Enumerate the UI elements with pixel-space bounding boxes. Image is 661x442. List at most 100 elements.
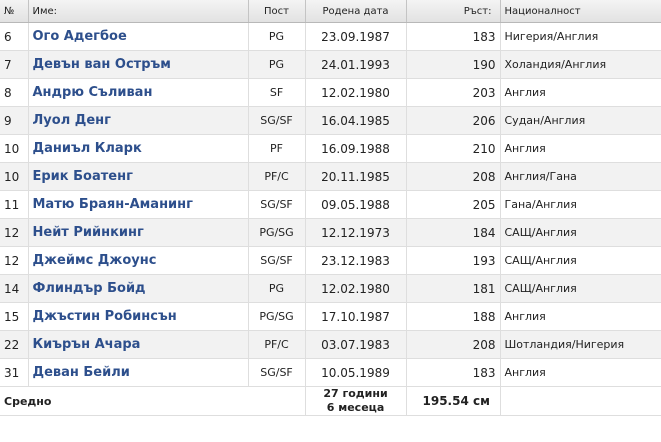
player-nationality: Нигерия/Англия bbox=[500, 22, 661, 51]
player-birth-date: 12.12.1973 bbox=[305, 218, 407, 247]
player-number: 9 bbox=[0, 106, 29, 135]
player-birth-date: 16.04.1985 bbox=[305, 106, 407, 135]
player-name-cell: Киърън Ачара bbox=[28, 330, 249, 359]
column-header-nationality[interactable]: Националност bbox=[500, 0, 661, 23]
player-name-cell: Деван Бейли bbox=[28, 358, 249, 387]
table-row: 8 Андрю Съливан SF 12.02.1980 203 Англия bbox=[0, 78, 661, 107]
table-row: 6 Ого Адегбое PG 23.09.1987 183 Нигерия/Англи… bbox=[0, 22, 661, 51]
player-height: 193 bbox=[406, 246, 501, 275]
player-number: 12 bbox=[0, 246, 29, 275]
player-name-cell: Девън ван Остръм bbox=[28, 50, 249, 79]
average-age: 27 години 6 месеца bbox=[305, 386, 407, 416]
average-age-months: 6 месеца bbox=[326, 401, 385, 414]
player-name-cell: Ого Адегбое bbox=[28, 22, 249, 51]
player-name-link[interactable]: Деван Бейли bbox=[33, 365, 130, 380]
player-name-link[interactable]: Ерик Боатенг bbox=[33, 169, 133, 184]
player-nationality: Судан/Англия bbox=[500, 106, 661, 135]
header-row: № Име: Пост Родена дата Ръст: Национално… bbox=[0, 0, 661, 23]
player-name-cell: Флиндър Бойд bbox=[28, 274, 249, 303]
player-number: 12 bbox=[0, 218, 29, 247]
player-name-cell: Луол Денг bbox=[28, 106, 249, 135]
player-birth-date: 12.02.1980 bbox=[305, 78, 407, 107]
player-name-link[interactable]: Флиндър Бойд bbox=[33, 281, 146, 296]
player-birth-date: 12.02.1980 bbox=[305, 274, 407, 303]
player-number: 10 bbox=[0, 162, 29, 191]
player-number: 11 bbox=[0, 190, 29, 219]
player-position: PF/C bbox=[248, 162, 306, 191]
table-row: 12 Джеймс Джоунс SG/SF 23.12.1983 193 САЩ/Анг… bbox=[0, 246, 661, 275]
player-name-link[interactable]: Джеймс Джоунс bbox=[33, 253, 157, 268]
average-row: Средно 27 години 6 месеца 195.54 см bbox=[0, 386, 661, 416]
player-name-link[interactable]: Андрю Съливан bbox=[33, 85, 153, 100]
player-position: PG/SG bbox=[248, 218, 306, 247]
player-number: 15 bbox=[0, 302, 29, 331]
player-height: 188 bbox=[406, 302, 501, 331]
table-row: 22 Киърън Ачара PF/C 03.07.1983 208 Шотландия… bbox=[0, 330, 661, 359]
player-position: PG bbox=[248, 22, 306, 51]
player-name-cell: Нейт Рийнкинг bbox=[28, 218, 249, 247]
table-row: 9 Луол Денг SG/SF 16.04.1985 206 Судан/Англия bbox=[0, 106, 661, 135]
player-position: SG/SF bbox=[248, 190, 306, 219]
column-header-birth-date[interactable]: Родена дата bbox=[305, 0, 407, 23]
player-number: 22 bbox=[0, 330, 29, 359]
player-number: 7 bbox=[0, 50, 29, 79]
player-number: 14 bbox=[0, 274, 29, 303]
player-name-link[interactable]: Даниъл Кларк bbox=[33, 141, 142, 156]
player-nationality: САЩ/Англия bbox=[500, 246, 661, 275]
player-birth-date: 23.12.1983 bbox=[305, 246, 407, 275]
player-nationality: Шотландия/Нигерия bbox=[500, 330, 661, 359]
player-nationality: Холандия/Англия bbox=[500, 50, 661, 79]
player-name-cell: Джъстин Робинсън bbox=[28, 302, 249, 331]
player-position: SF bbox=[248, 78, 306, 107]
player-position: PG bbox=[248, 274, 306, 303]
player-position: SG/SF bbox=[248, 106, 306, 135]
player-birth-date: 03.07.1983 bbox=[305, 330, 407, 359]
table-row: 15 Джъстин Робинсън PG/SG 17.10.1987 188 Англ… bbox=[0, 302, 661, 331]
player-height: 206 bbox=[406, 106, 501, 135]
player-nationality: Англия/Гана bbox=[500, 162, 661, 191]
player-height: 190 bbox=[406, 50, 501, 79]
player-height: 181 bbox=[406, 274, 501, 303]
player-nationality: САЩ/Англия bbox=[500, 274, 661, 303]
player-name-link[interactable]: Девън ван Остръм bbox=[33, 57, 171, 72]
player-number: 31 bbox=[0, 358, 29, 387]
player-birth-date: 17.10.1987 bbox=[305, 302, 407, 331]
player-height: 208 bbox=[406, 162, 501, 191]
player-birth-date: 20.11.1985 bbox=[305, 162, 407, 191]
average-label: Средно bbox=[0, 386, 306, 416]
player-name-link[interactable]: Ого Адегбое bbox=[33, 29, 127, 44]
average-empty-cell bbox=[500, 386, 661, 416]
player-name-cell: Матю Браян-Аманинг bbox=[28, 190, 249, 219]
player-name-cell: Джеймс Джоунс bbox=[28, 246, 249, 275]
player-name-cell: Даниъл Кларк bbox=[28, 134, 249, 163]
player-nationality: Англия bbox=[500, 302, 661, 331]
player-number: 8 bbox=[0, 78, 29, 107]
player-position: PF bbox=[248, 134, 306, 163]
player-position: PG bbox=[248, 50, 306, 79]
player-nationality: САЩ/Англия bbox=[500, 218, 661, 247]
player-name-cell: Андрю Съливан bbox=[28, 78, 249, 107]
table-row: 11 Матю Браян-Аманинг SG/SF 09.05.1988 205 Га… bbox=[0, 190, 661, 219]
player-name-link[interactable]: Киърън Ачара bbox=[33, 337, 141, 352]
player-birth-date: 09.05.1988 bbox=[305, 190, 407, 219]
player-nationality: Англия bbox=[500, 78, 661, 107]
player-birth-date: 10.05.1989 bbox=[305, 358, 407, 387]
player-name-link[interactable]: Матю Браян-Аманинг bbox=[33, 197, 193, 212]
player-birth-date: 24.01.1993 bbox=[305, 50, 407, 79]
table-row: 10 Даниъл Кларк PF 16.09.1988 210 Англия bbox=[0, 134, 661, 163]
column-header-position[interactable]: Пост bbox=[248, 0, 306, 23]
player-name-link[interactable]: Джъстин Робинсън bbox=[33, 309, 177, 324]
column-header-number[interactable]: № bbox=[0, 0, 29, 23]
column-header-name[interactable]: Име: bbox=[28, 0, 249, 23]
roster-body: 6 Ого Адегбое PG 23.09.1987 183 Нигерия/Англи… bbox=[0, 22, 661, 387]
player-height: 183 bbox=[406, 358, 501, 387]
player-height: 184 bbox=[406, 218, 501, 247]
column-header-height[interactable]: Ръст: bbox=[406, 0, 501, 23]
player-nationality: Гана/Англия bbox=[500, 190, 661, 219]
table-row: 10 Ерик Боатенг PF/C 20.11.1985 208 Англия/Га… bbox=[0, 162, 661, 191]
player-name-link[interactable]: Нейт Рийнкинг bbox=[33, 225, 144, 240]
player-name-cell: Ерик Боатенг bbox=[28, 162, 249, 191]
player-name-link[interactable]: Луол Денг bbox=[33, 113, 111, 128]
average-age-years: 27 години bbox=[323, 387, 388, 400]
player-height: 210 bbox=[406, 134, 501, 163]
